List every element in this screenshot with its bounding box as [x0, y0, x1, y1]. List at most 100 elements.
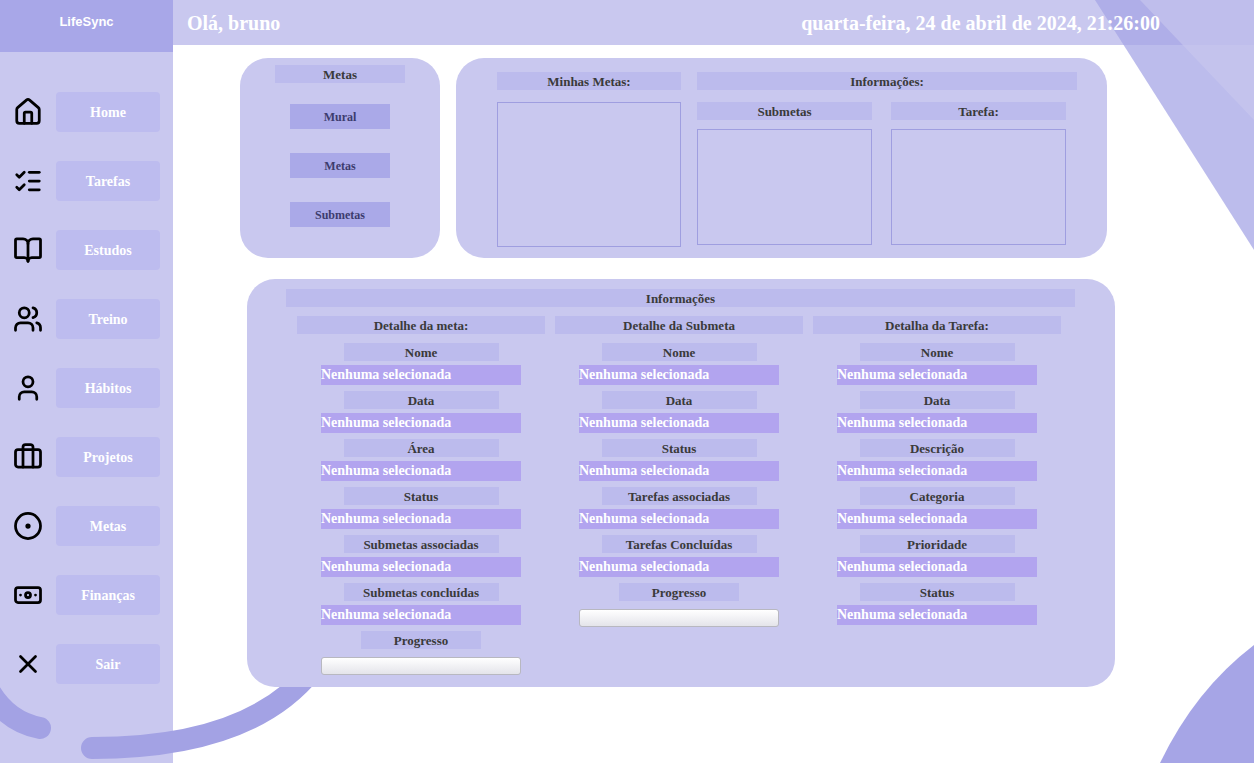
- training-icon: [13, 304, 43, 334]
- sidebar-item[interactable]: Treino: [0, 299, 173, 339]
- overview-card: Minhas Metas:Informações:SubmetasTarefa:: [456, 58, 1107, 258]
- field-value: Nenhuma selecionada: [837, 605, 1037, 625]
- field-value: Nenhuma selecionada: [321, 413, 521, 433]
- tasks-list-box[interactable]: [891, 129, 1066, 245]
- detail-column: Detalhe da SubmetaNomeNenhuma selecionad…: [555, 316, 803, 675]
- sidebar-button[interactable]: Estudos: [56, 230, 160, 270]
- label-bar: Progresso: [361, 631, 481, 649]
- label-bar: Detalha da Tarefa:: [813, 316, 1061, 334]
- sidebar-button[interactable]: Tarefas: [56, 161, 160, 201]
- main: Olá, bruno quarta-feira, 24 de abril de 2…: [173, 0, 1254, 763]
- field-value: Nenhuma selecionada: [837, 509, 1037, 529]
- detail-column: Detalhe da meta:NomeNenhuma selecionadaD…: [297, 316, 545, 675]
- sidebar-item[interactable]: Projetos: [0, 437, 173, 477]
- field-value: Nenhuma selecionada: [837, 413, 1037, 433]
- label-bar: Prioridade: [860, 535, 1015, 553]
- sidebar-item[interactable]: Hábitos: [0, 368, 173, 408]
- details-card: Informações Detalhe da meta:NomeNenhuma s…: [247, 279, 1115, 687]
- sidebar-button[interactable]: Finanças: [56, 575, 160, 615]
- detail-field: Área Nenhuma selecionada: [321, 439, 521, 481]
- label-bar: Área: [344, 439, 499, 457]
- label-bar: Data: [860, 391, 1015, 409]
- money-icon: [13, 580, 43, 610]
- detail-field: CategoriaNenhuma selecionada: [837, 487, 1037, 529]
- progress-bar: [579, 609, 779, 627]
- sidebar-button[interactable]: Projetos: [56, 437, 160, 477]
- label-bar: Minhas Metas:: [497, 72, 681, 90]
- goals-menu-card: Metas Mural Metas Submetas: [240, 58, 440, 258]
- sidebar-item[interactable]: Metas: [0, 506, 173, 546]
- field-value: Nenhuma selecionada: [837, 557, 1037, 577]
- detail-field: Tarefas associadas Nenhuma selecionada: [579, 487, 779, 529]
- subgoals-list-box[interactable]: [697, 129, 872, 245]
- detail-field: Submetas associadas Nenhuma selecionada: [321, 535, 521, 577]
- field-value: Nenhuma selecionada: [321, 509, 521, 529]
- top-bar: Olá, bruno quarta-feira, 24 de abril de 2…: [173, 0, 1254, 45]
- label-bar: Data: [602, 391, 757, 409]
- progress-bar: [321, 657, 521, 675]
- brand: LifeSync: [0, 0, 173, 52]
- sidebar-item[interactable]: Estudos: [0, 230, 173, 270]
- detail-field: Status Nenhuma selecionada: [837, 583, 1037, 625]
- book-icon: [13, 235, 43, 265]
- sidebar-button[interactable]: Treino: [56, 299, 160, 339]
- label-bar: Tarefas Concluídas: [602, 535, 757, 553]
- user-icon: [13, 373, 43, 403]
- detail-field: NomeNenhuma selecionada: [579, 343, 779, 385]
- sidebar-button[interactable]: Metas: [56, 506, 160, 546]
- sidebar-item[interactable]: Tarefas: [0, 161, 173, 201]
- detail-field: Data Nenhuma selecionada: [579, 391, 779, 433]
- field-value: Nenhuma selecionada: [321, 461, 521, 481]
- label-bar: Submetas: [697, 102, 872, 120]
- app: LifeSync Home Tarefas Estudos Treino Hábitos P…: [0, 0, 1254, 763]
- detail-field: Descrição Nenhuma selecionada: [837, 439, 1037, 481]
- label-bar: Progresso: [619, 583, 739, 601]
- close-icon: [13, 649, 43, 679]
- sidebar-item[interactable]: Home: [0, 92, 173, 132]
- goals-menu-button[interactable]: Submetas: [290, 202, 390, 227]
- label-bar: Status: [344, 487, 499, 505]
- datetime: quarta-feira, 24 de abril de 2024, 21:26…: [801, 8, 1160, 38]
- sidebar-button[interactable]: Home: [56, 92, 160, 132]
- detail-field: DataNenhuma selecionada: [321, 391, 521, 433]
- detail-field: Submetas concluídasNenhuma selecionada: [321, 583, 521, 625]
- detail-column: Detalha da Tarefa: Nome Nenhuma selecionad…: [813, 316, 1061, 675]
- detail-field: Data Nenhuma selecionada: [837, 391, 1037, 433]
- detail-field: Status Nenhuma selecionada: [579, 439, 779, 481]
- label-bar: Status: [602, 439, 757, 457]
- field-value: Nenhuma selecionada: [837, 461, 1037, 481]
- label-bar: Status: [860, 583, 1015, 601]
- detail-field: NomeNenhuma selecionada: [321, 343, 521, 385]
- label-bar: Informações: [286, 289, 1075, 307]
- tasks-icon: [13, 166, 43, 196]
- detail-field: Prioridade Nenhuma selecionada: [837, 535, 1037, 577]
- home-icon: [13, 97, 43, 127]
- sidebar-item[interactable]: Finanças: [0, 575, 173, 615]
- sidebar: LifeSync Home Tarefas Estudos Treino Hábitos P…: [0, 0, 173, 763]
- field-value: Nenhuma selecionada: [321, 365, 521, 385]
- label-bar: Submetas associadas: [344, 535, 499, 553]
- label-bar: Metas: [275, 65, 405, 83]
- goals-list-box[interactable]: [497, 102, 681, 247]
- content: Metas Mural Metas Submetas Minhas Metas: Info…: [173, 45, 1254, 687]
- detail-field: Status Nenhuma selecionada: [321, 487, 521, 529]
- field-value: Nenhuma selecionada: [579, 413, 779, 433]
- field-value: Nenhuma selecionada: [321, 557, 521, 577]
- field-value: Nenhuma selecionada: [579, 509, 779, 529]
- sidebar-button[interactable]: Hábitos: [56, 368, 160, 408]
- greeting: Olá, bruno: [187, 8, 280, 38]
- field-value: Nenhuma selecionada: [579, 461, 779, 481]
- briefcase-icon: [13, 442, 43, 472]
- label-bar: Informações:: [697, 72, 1077, 90]
- sidebar-item[interactable]: Sair: [0, 644, 173, 684]
- label-bar: Tarefas associadas: [602, 487, 757, 505]
- goals-menu-button[interactable]: Metas: [290, 153, 390, 178]
- progress-field: Progresso: [579, 583, 779, 627]
- field-value: Nenhuma selecionada: [579, 557, 779, 577]
- goals-menu-button[interactable]: Mural: [290, 104, 390, 129]
- label-bar: Descrição: [860, 439, 1015, 457]
- target-icon: [13, 511, 43, 541]
- field-value: Nenhuma selecionada: [579, 365, 779, 385]
- label-bar: Nome: [860, 343, 1015, 361]
- sidebar-button[interactable]: Sair: [56, 644, 160, 684]
